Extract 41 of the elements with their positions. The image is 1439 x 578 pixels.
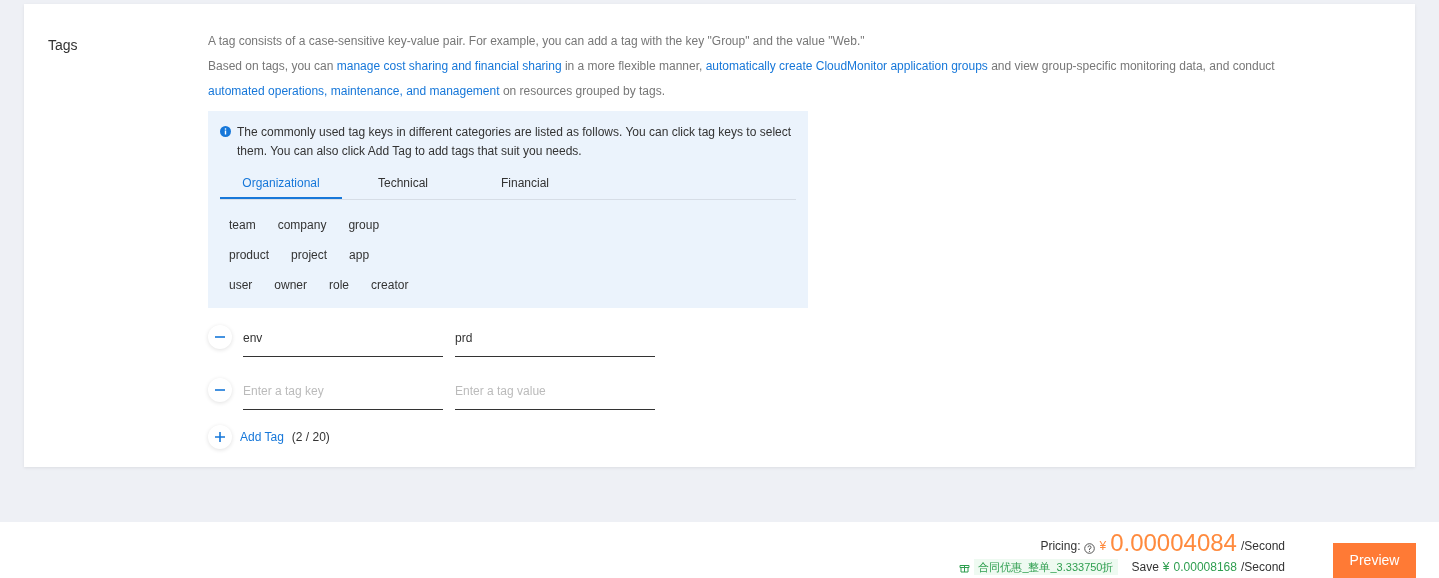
save-currency: ¥	[1162, 559, 1170, 576]
save-label: Save	[1131, 559, 1159, 576]
tag-key-option[interactable]: app	[340, 246, 379, 264]
tag-key-option[interactable]: team	[220, 216, 265, 234]
tag-value-field[interactable]: Enter a tag value	[455, 378, 655, 410]
price-value: 0.00004084	[1110, 529, 1237, 557]
tag-key-option[interactable]: creator	[362, 276, 418, 294]
tag-key-option[interactable]: product	[220, 246, 279, 264]
discount-tag: 合同优惠_整单_3.333750折	[974, 558, 1118, 576]
category-tab[interactable]: Organizational	[220, 169, 342, 199]
tag-key-option[interactable]: user	[220, 276, 262, 294]
add-button[interactable]	[208, 425, 232, 449]
tag-key-option[interactable]: owner	[265, 276, 317, 294]
intro-text: A tag consists of a case-sensitive key-value pair. For example, you can add a tag with the key "Group" and the value "Web."	[208, 33, 866, 50]
plus-icon	[214, 431, 226, 443]
tag-count: (2 / 20)	[291, 429, 330, 446]
remove-button[interactable]	[208, 325, 232, 349]
tag-key-option[interactable]: role	[320, 276, 359, 294]
category-tab[interactable]: Technical	[342, 169, 464, 199]
tag-key-option[interactable]: project	[282, 246, 337, 264]
tag-key-option[interactable]: company	[268, 216, 336, 234]
text-link[interactable]: automated operations, maintenance, and management	[208, 84, 503, 98]
pricing-label: Pricing:	[1040, 538, 1081, 555]
description-text: Based on tags, you can manage cost sharing and financial sharing in a more flexible manner, automatically create CloudMonitor application groups and view group-specific monitoring data, and conduct automated operations, maintenance, and management on resources grouped by tags.	[208, 58, 1276, 100]
save-unit: /Second	[1240, 559, 1285, 576]
remove-button[interactable]	[208, 378, 232, 402]
text-link[interactable]: automatically create CloudMonitor application groups	[705, 59, 992, 73]
help-icon	[1084, 543, 1096, 554]
text-link[interactable]: manage cost sharing and financial sharing	[336, 59, 565, 73]
category-tab[interactable]: Financial	[464, 169, 586, 199]
info-icon	[220, 126, 231, 137]
price-unit: /Second	[1240, 538, 1285, 555]
currency-symbol: ¥	[1099, 538, 1107, 555]
tag-key-field[interactable]: env	[243, 325, 443, 357]
save-amount: 0.00008168	[1173, 559, 1237, 576]
add-tag-link[interactable]: Add Tag	[240, 428, 284, 446]
section-label: Tags	[48, 37, 78, 53]
tag-value-field[interactable]: prd	[455, 325, 655, 357]
tag-key-option[interactable]: group	[339, 216, 389, 234]
tag-key-field[interactable]: Enter a tag key	[243, 378, 443, 410]
notice-text: The commonly used tag keys in different categories are listed as follows. You can click tag keys to select them. You can also click Add Tag to add tags that suit you needs.	[237, 124, 793, 160]
